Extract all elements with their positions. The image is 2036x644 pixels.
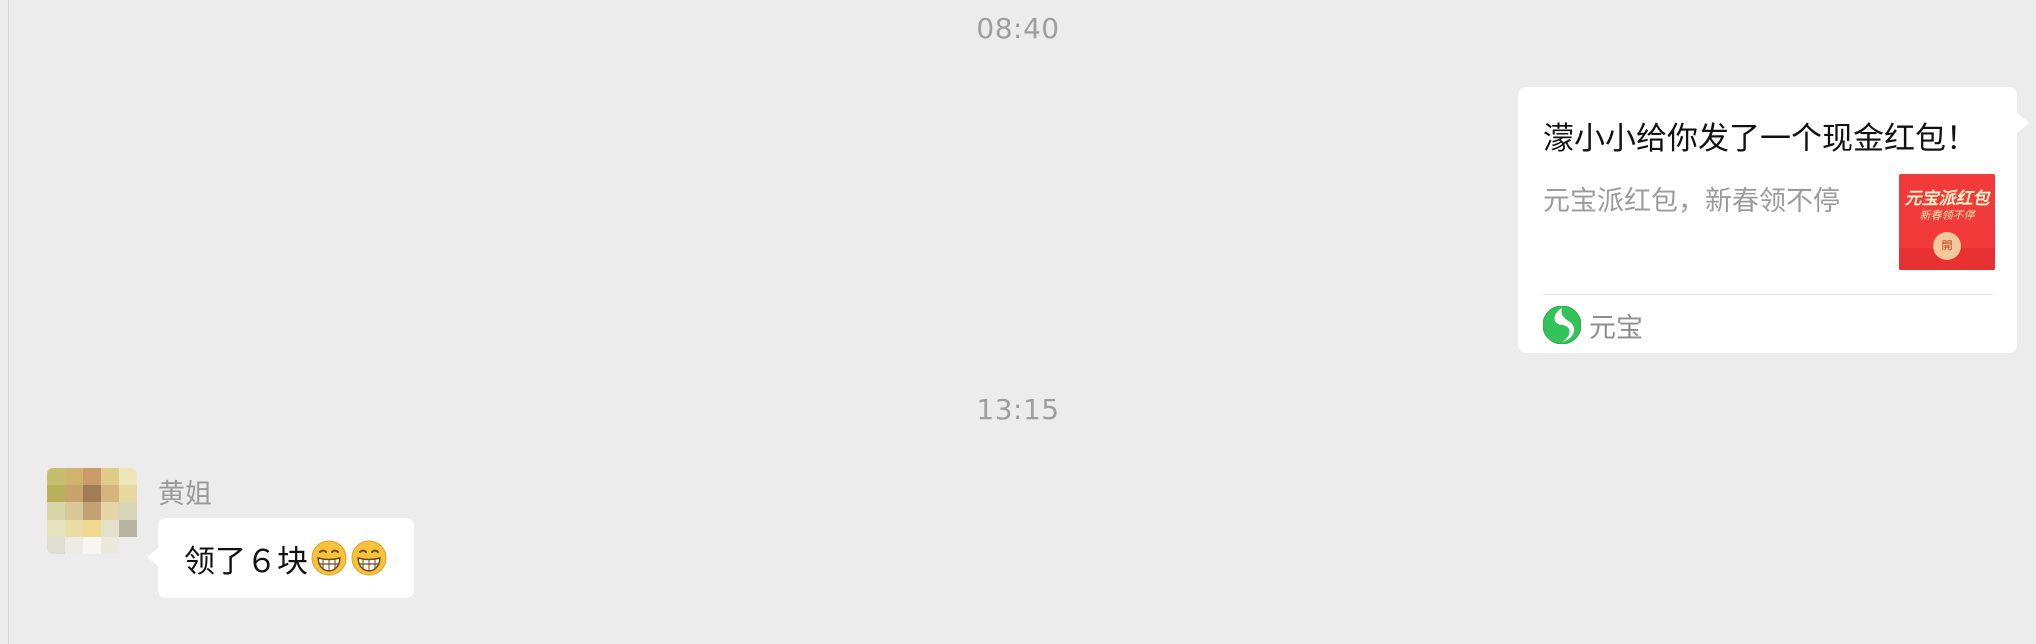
open-button-icon: 開 (1933, 232, 1961, 260)
timestamp: 08:40 (976, 12, 1060, 45)
red-packet-thumbnail: 元宝派红包 新春领不停 開 (1899, 174, 1995, 270)
grinning-face-icon (311, 540, 347, 576)
card-title: 濛小小给你发了一个现金红包！ (1543, 121, 1977, 157)
source-label: 元宝 (1589, 312, 1643, 344)
card-divider (1543, 294, 1993, 295)
avatar[interactable] (47, 468, 137, 554)
timestamp: 13:15 (976, 393, 1060, 426)
message-bubble[interactable]: 领了６块 (147, 518, 414, 598)
window-left-edge (0, 0, 9, 644)
card-source: 元宝 (1543, 306, 1643, 344)
thumbnail-subtitle: 新春领不停 (1919, 209, 1975, 222)
thumbnail-title: 元宝派红包 (1904, 189, 1990, 209)
red-packet-card[interactable]: 濛小小给你发了一个现金红包！ 元宝派红包，新春领不停 元宝派红包 新春领不停 開… (1518, 87, 2029, 353)
sender-name: 黄姐 (158, 479, 212, 510)
card-description: 元宝派红包，新春领不停 (1543, 186, 1840, 217)
grinning-face-icon (351, 540, 387, 576)
message-text: 领了６块 (184, 543, 308, 580)
yuanbao-logo-icon (1543, 306, 1581, 344)
